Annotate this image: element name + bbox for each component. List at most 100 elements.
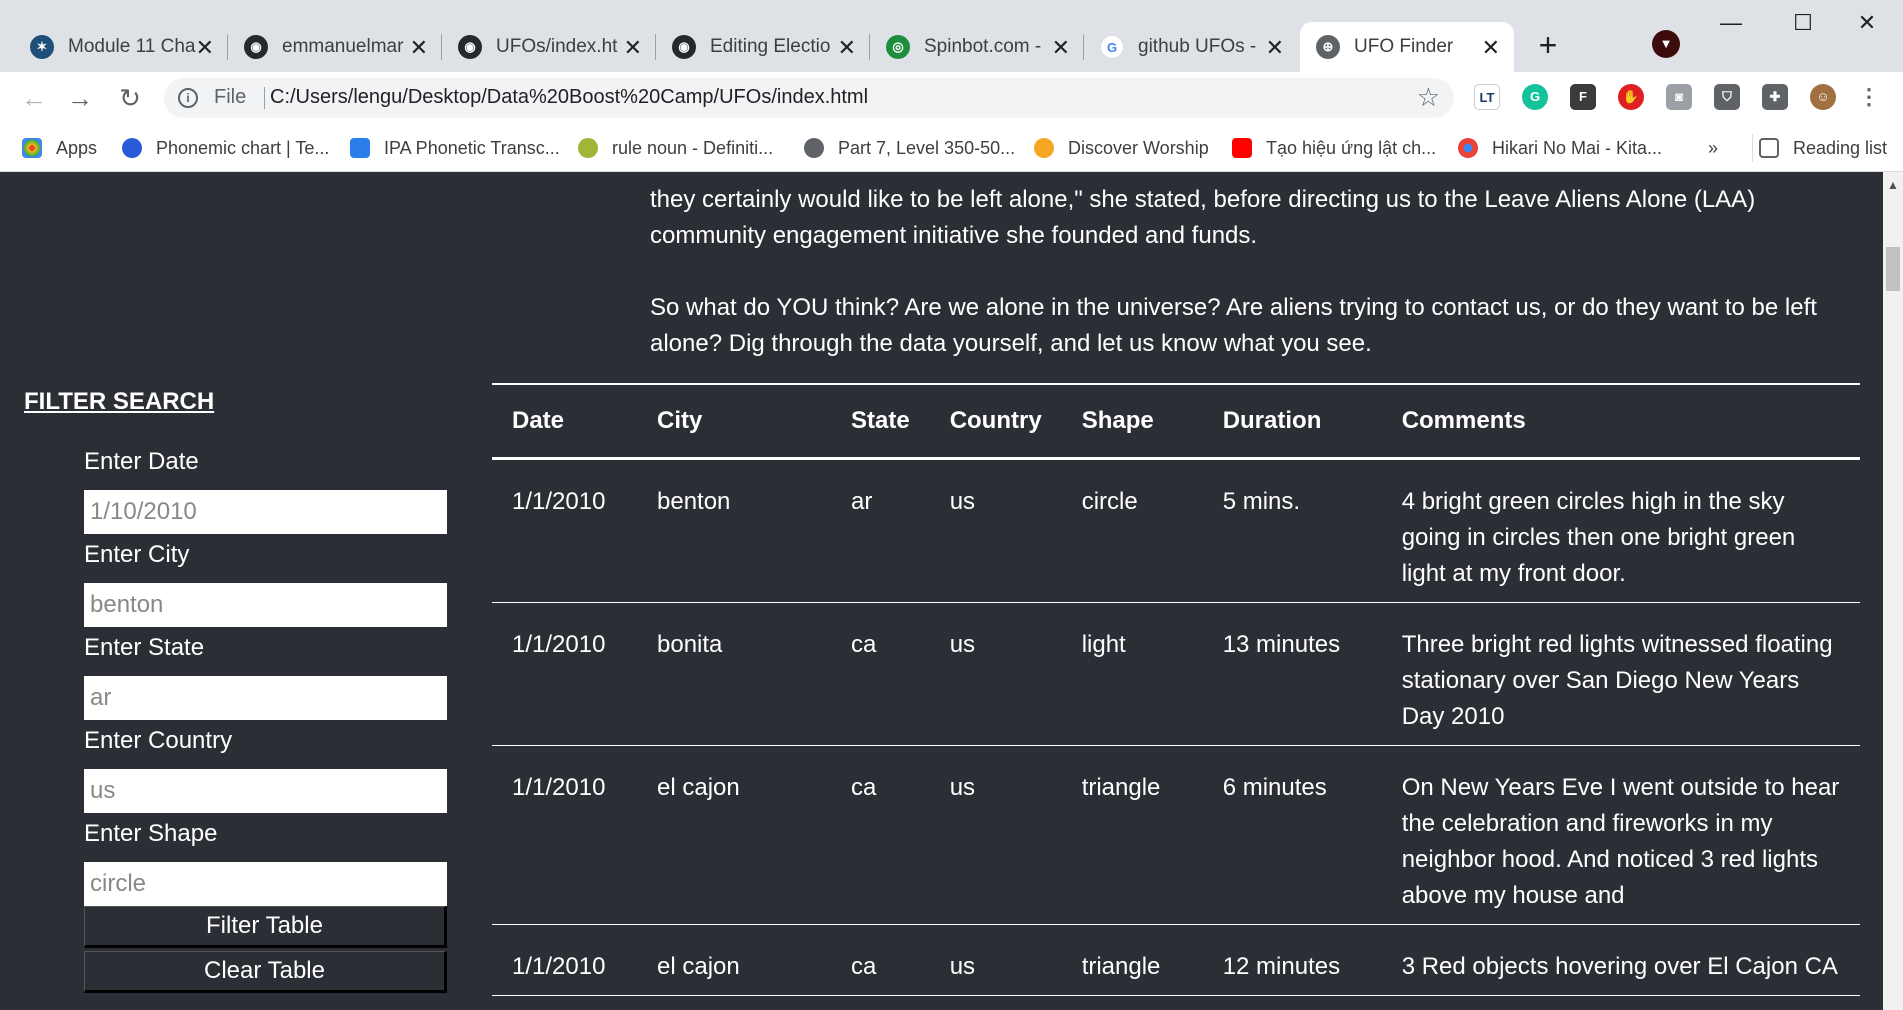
country-input[interactable] bbox=[84, 769, 447, 813]
bookmark-label: Discover Worship bbox=[1068, 137, 1209, 158]
hub-icon: ✶ bbox=[30, 35, 54, 59]
tab-search-icon[interactable]: ▼ bbox=[1652, 30, 1680, 58]
filter-table-button[interactable]: Filter Table bbox=[84, 906, 447, 948]
bookmark-discover-worship[interactable]: Discover Worship bbox=[1034, 134, 1209, 162]
globe-icon: ⊕ bbox=[1316, 35, 1340, 59]
profile-avatar[interactable]: ☺ bbox=[1810, 84, 1836, 110]
spinbot-icon: ◎ bbox=[886, 35, 910, 59]
close-tab-icon[interactable]: ✕ bbox=[410, 35, 428, 61]
extension-f-icon[interactable]: F bbox=[1570, 84, 1596, 110]
shield-icon[interactable]: ⛉ bbox=[1714, 84, 1740, 110]
state-cell: ca bbox=[851, 952, 877, 980]
tab-ufo-finder[interactable]: ⊕ UFO Finder ✕ bbox=[1300, 22, 1514, 72]
tab-strip: ✶ Module 11 Cha ✕ ◉ emmanuelmar ✕ ◉ UFOs… bbox=[0, 0, 1903, 72]
bookmark-label: Phonemic chart | Te... bbox=[156, 137, 330, 158]
ufo-finder-page: they certainly would like to be left alo… bbox=[0, 172, 1883, 1010]
state-cell: ca bbox=[851, 773, 877, 801]
bookmark-rule-noun[interactable]: rule noun - Definiti... bbox=[578, 134, 773, 162]
bookmark-apps[interactable]: Apps bbox=[22, 134, 97, 162]
bookmark-phonemic-chart[interactable]: Phonemic chart | Te... bbox=[122, 134, 329, 162]
duration-cell: 5 mins. bbox=[1222, 487, 1301, 515]
menu-kebab-icon[interactable]: ⋮ bbox=[1856, 84, 1882, 110]
table-header-row: Date City State Country Shape Duration C… bbox=[492, 384, 1860, 458]
scroll-up-arrow-icon[interactable]: ▲ bbox=[1887, 178, 1899, 192]
state-column-header: State bbox=[851, 406, 910, 434]
tab-editing-election[interactable]: ◉ Editing Electio ✕ bbox=[656, 22, 870, 72]
reload-icon[interactable]: ↻ bbox=[112, 80, 148, 116]
article-paragraph: So what do YOU think? Are we alone in th… bbox=[650, 294, 1817, 357]
close-tab-icon[interactable]: ✕ bbox=[1266, 35, 1284, 61]
back-icon[interactable]: ← bbox=[16, 80, 52, 116]
city-cell: el cajon bbox=[657, 952, 740, 980]
country-cell: us bbox=[949, 630, 976, 658]
scrollbar-thumb[interactable] bbox=[1886, 247, 1900, 291]
chrome-icon bbox=[1458, 138, 1478, 158]
languagetool-icon[interactable]: LT bbox=[1474, 84, 1500, 110]
close-tab-icon[interactable]: ✕ bbox=[196, 35, 214, 61]
maximize-icon[interactable]: ☐ bbox=[1767, 0, 1839, 46]
page-scrollbar[interactable]: ▲ bbox=[1883, 172, 1903, 1010]
close-tab-icon[interactable]: ✕ bbox=[1482, 35, 1500, 61]
reading-list-label: Reading list bbox=[1793, 137, 1888, 158]
country-label: Enter Country bbox=[84, 727, 233, 754]
tab-module-11[interactable]: ✶ Module 11 Cha ✕ bbox=[14, 22, 228, 72]
date-column-header: Date bbox=[512, 406, 565, 434]
date-input[interactable] bbox=[84, 490, 447, 534]
bookmark-part-7[interactable]: Part 7, Level 350-50... bbox=[804, 134, 1015, 162]
shape-cell: circle bbox=[1081, 487, 1138, 515]
bookmark-label: Apps bbox=[56, 137, 98, 158]
bookmarks-overflow-button[interactable]: » bbox=[1708, 134, 1718, 162]
filter-search-title: FILTER SEARCH bbox=[24, 388, 215, 415]
minimize-icon[interactable]: — bbox=[1695, 0, 1767, 46]
text-icon bbox=[350, 138, 370, 158]
shape-input[interactable] bbox=[84, 862, 447, 906]
tab-github-ufos[interactable]: G github UFOs - ✕ bbox=[1084, 22, 1298, 72]
forward-icon[interactable]: → bbox=[62, 80, 98, 116]
state-input[interactable] bbox=[84, 676, 447, 720]
city-label: Enter City bbox=[84, 541, 190, 568]
article-paragraph: they certainly would like to be left alo… bbox=[650, 186, 1756, 249]
tab-spinbot[interactable]: ◎ Spinbot.com - ✕ bbox=[870, 22, 1084, 72]
comments-column-header: Comments bbox=[1401, 406, 1526, 434]
country-column-header: Country bbox=[949, 406, 1042, 434]
close-window-icon[interactable]: ✕ bbox=[1831, 0, 1903, 46]
camera-icon[interactable]: ◙ bbox=[1666, 84, 1692, 110]
close-tab-icon[interactable]: ✕ bbox=[838, 35, 856, 61]
bookmark-ipa[interactable]: IPA Phonetic Transc... bbox=[350, 134, 560, 162]
new-tab-button[interactable]: + bbox=[1530, 28, 1566, 64]
duration-cell: 12 minutes bbox=[1222, 952, 1341, 980]
table-row: 1/1/2010 bonita ca us light 13 minutes T… bbox=[492, 602, 1860, 745]
bookmark-label: IPA Phonetic Transc... bbox=[384, 137, 560, 158]
close-tab-icon[interactable]: ✕ bbox=[1052, 35, 1070, 61]
bookmark-star-icon[interactable]: ☆ bbox=[1417, 82, 1440, 113]
bookmark-youtube[interactable]: Tạo hiệu ứng lật ch... bbox=[1232, 134, 1436, 162]
state-label: Enter State bbox=[84, 634, 205, 661]
city-input[interactable] bbox=[84, 583, 447, 627]
shape-cell: triangle bbox=[1081, 952, 1161, 980]
shape-column-header: Shape bbox=[1081, 406, 1154, 434]
adblock-icon[interactable]: ✋ bbox=[1618, 84, 1644, 110]
address-bar[interactable]: i File C:/Users/lengu/Desktop/Data%20Boo… bbox=[164, 78, 1454, 118]
date-cell: 1/1/2010 bbox=[512, 952, 606, 980]
comments-cell: Three bright red lights witnessed floati… bbox=[1401, 630, 1833, 730]
tab-ufos-index[interactable]: ◉ UFOs/index.ht ✕ bbox=[442, 22, 656, 72]
bookmark-label: Part 7, Level 350-50... bbox=[838, 137, 1016, 158]
extensions-puzzle-icon[interactable]: ✚ bbox=[1762, 84, 1788, 110]
comments-cell: 4 bright green circles high in the sky g… bbox=[1401, 487, 1796, 587]
reading-list-button[interactable]: Reading list bbox=[1752, 134, 1887, 162]
grammarly-icon[interactable]: G bbox=[1522, 84, 1548, 110]
scheme-label: File bbox=[214, 86, 247, 108]
clear-table-button[interactable]: Clear Table bbox=[84, 951, 447, 993]
date-cell: 1/1/2010 bbox=[512, 487, 606, 515]
url-text[interactable]: C:/Users/lengu/Desktop/Data%20Boost%20Ca… bbox=[270, 86, 868, 109]
country-cell: us bbox=[949, 487, 976, 515]
bookmark-hikari[interactable]: Hikari No Mai - Kita... bbox=[1458, 134, 1662, 162]
search-icon bbox=[1034, 138, 1054, 158]
table-row: 1/1/2010 el cajon ca us triangle 6 minut… bbox=[492, 745, 1860, 924]
date-cell: 1/1/2010 bbox=[512, 773, 606, 801]
info-icon[interactable]: i bbox=[178, 88, 198, 108]
phonemic-chart-icon bbox=[122, 138, 142, 158]
close-tab-icon[interactable]: ✕ bbox=[624, 35, 642, 61]
tab-emmanuelmar[interactable]: ◉ emmanuelmar ✕ bbox=[228, 22, 442, 72]
city-column-header: City bbox=[657, 406, 703, 434]
